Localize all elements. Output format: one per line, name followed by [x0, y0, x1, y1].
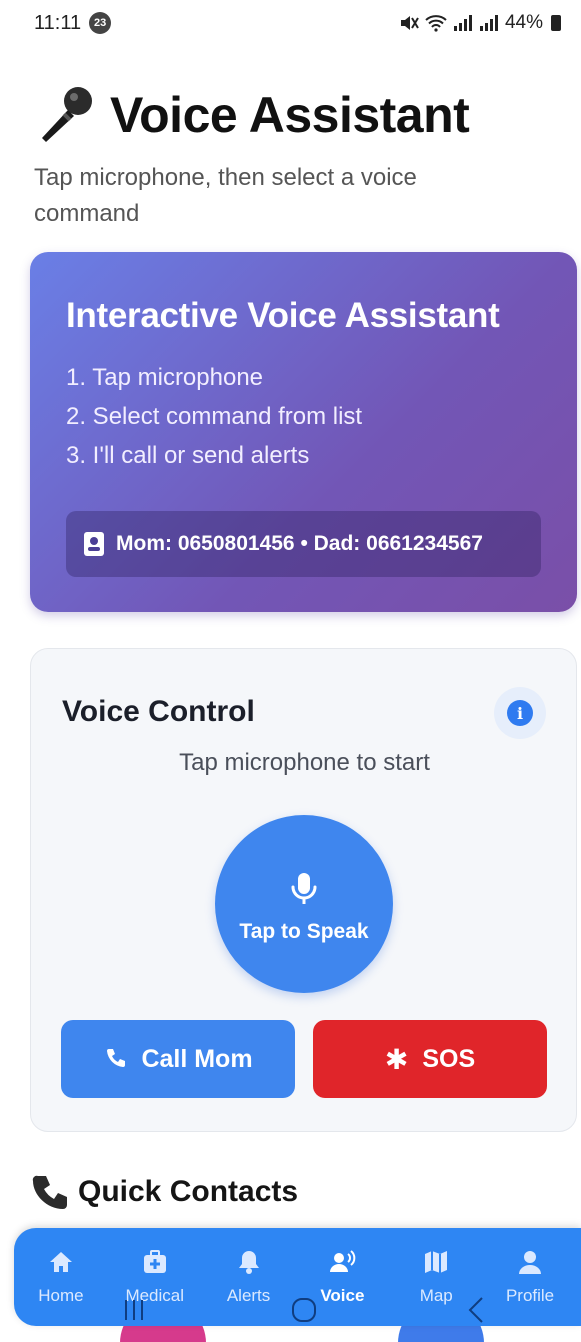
voice-hint: Tap microphone to start [179, 749, 430, 776]
map-icon [425, 1251, 448, 1273]
home-icon [49, 1252, 72, 1272]
wifi-icon [425, 15, 447, 32]
status-left: 11:11 23 [34, 11, 112, 35]
mute-icon [400, 16, 419, 30]
action-row: Call Mom ✱ SOS [61, 1020, 547, 1098]
asterisk-icon: ✱ [384, 1043, 409, 1075]
page-title: Voice Assistant [34, 84, 554, 146]
voice-control-card: Voice Control i Tap microphone to start … [30, 648, 577, 1132]
tap-to-speak-label: Tap to Speak [239, 920, 369, 943]
status-time: 11:11 [34, 11, 82, 34]
voice-control-title: Voice Control [62, 695, 255, 728]
instruction-step: 3. I'll call or send alerts [66, 442, 310, 469]
tap-to-speak-button[interactable]: Tap to Speak [215, 815, 393, 993]
telephone-emoji-icon [32, 1175, 67, 1209]
page-subtitle: Tap microphone, then select a voice comm… [34, 164, 417, 227]
microphone-icon [291, 873, 317, 904]
page-title-text: Voice Assistant [110, 87, 470, 143]
emergency-contacts-text: Mom: 0650801456 • Dad: 0661234567 [116, 532, 483, 555]
notification-badge: 23 [89, 12, 112, 34]
info-card-title: Interactive Voice Assistant [66, 296, 500, 335]
contact-card-icon [84, 532, 104, 556]
voice-person-icon [330, 1250, 356, 1272]
page-header: Voice Assistant Tap microphone, then sel… [34, 84, 554, 232]
call-mom-button[interactable]: Call Mom [61, 1020, 295, 1098]
bell-icon [238, 1251, 259, 1274]
assistant-info-card: Interactive Voice Assistant 1. Tap micro… [30, 252, 577, 612]
call-mom-label: Call Mom [141, 1044, 253, 1073]
sos-label: SOS [422, 1044, 476, 1073]
instruction-step: 1. Tap microphone [66, 364, 264, 391]
quick-contacts-heading: Quick Contacts [30, 1172, 298, 1212]
microphone-emoji-icon [42, 87, 92, 142]
system-navigation-bar [0, 1292, 581, 1342]
emergency-contacts-strip: Mom: 0650801456 • Dad: 0661234567 [66, 511, 541, 577]
battery-percent: 44% [504, 12, 543, 33]
battery-icon [551, 15, 561, 31]
person-icon [519, 1251, 542, 1274]
status-right: 44% [399, 12, 561, 34]
info-icon: i [507, 700, 533, 726]
status-bar: 11:11 23 44% [0, 0, 581, 46]
home-button-icon[interactable] [290, 1296, 318, 1324]
signal-icon [453, 15, 472, 31]
recent-apps-icon[interactable] [122, 1298, 146, 1322]
quick-contacts-title: Quick Contacts [78, 1175, 299, 1208]
back-icon[interactable] [466, 1296, 486, 1324]
phone-icon [107, 1049, 126, 1067]
sos-button[interactable]: ✱ SOS [313, 1020, 547, 1098]
instruction-step: 2. Select command from list [66, 403, 363, 430]
info-button[interactable]: i [494, 687, 546, 739]
signal-icon-2 [479, 15, 498, 31]
medical-kit-icon [143, 1250, 166, 1273]
instruction-list: 1. Tap microphone 2. Select command from… [66, 358, 541, 475]
